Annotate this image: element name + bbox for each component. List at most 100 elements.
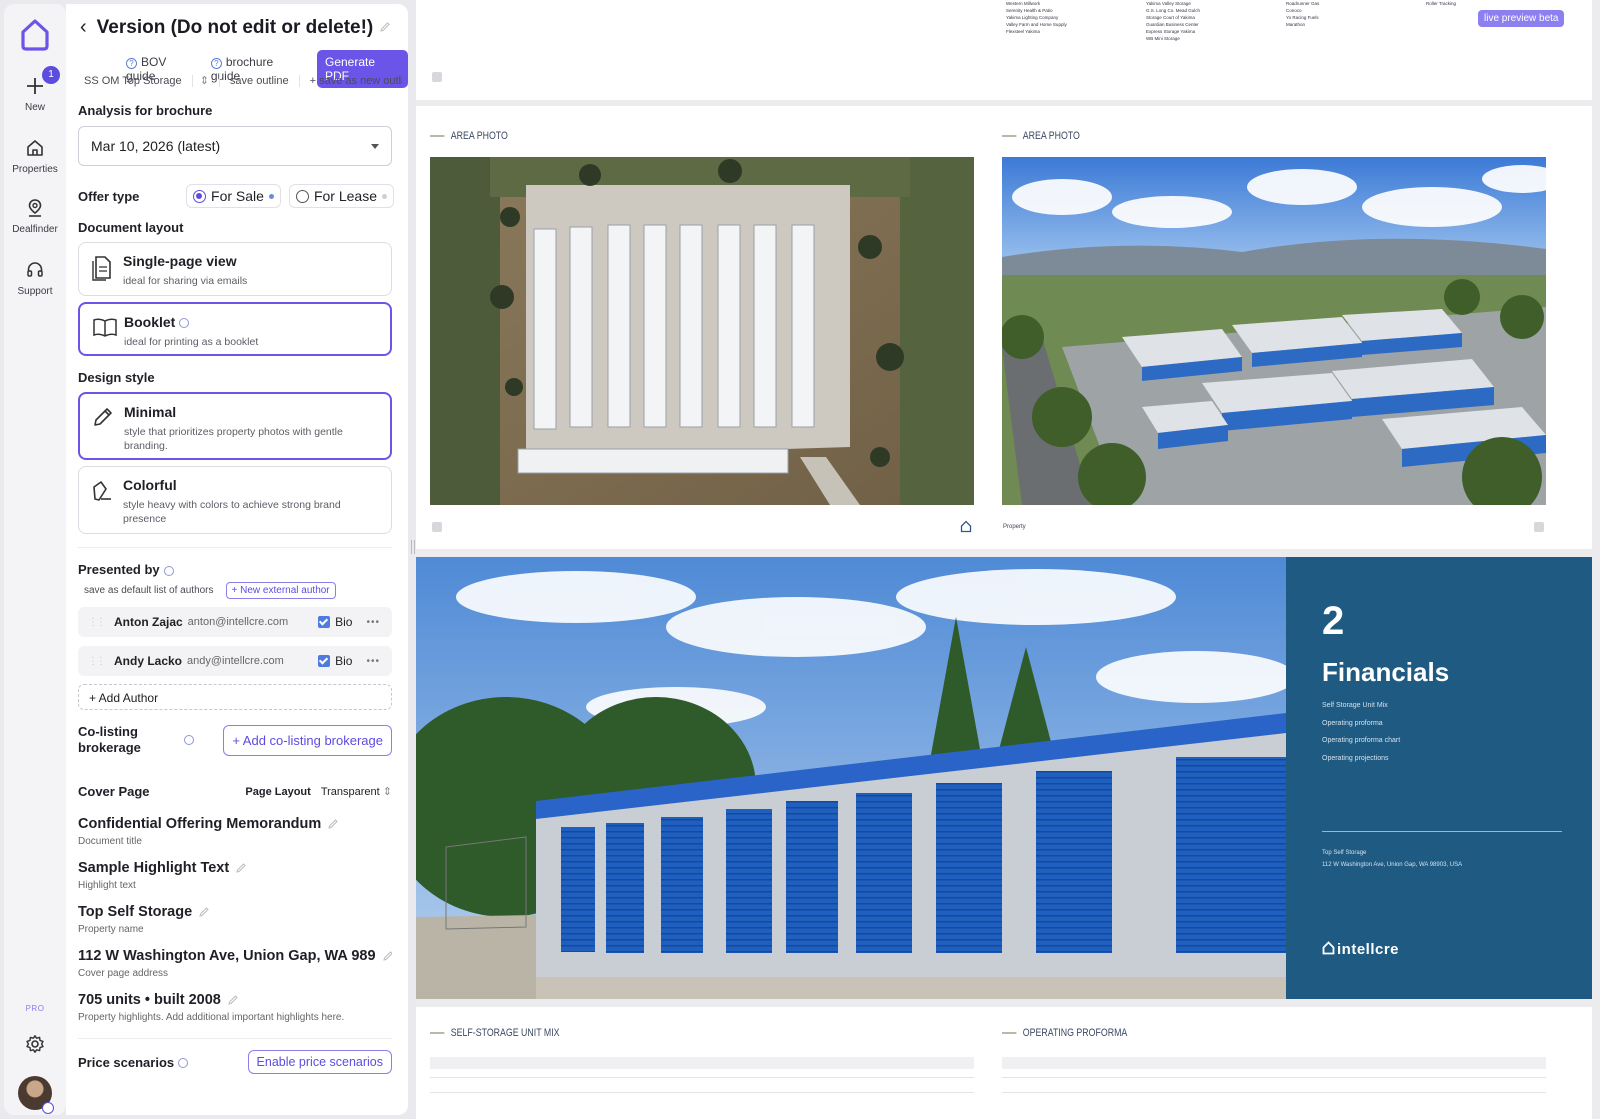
brochure-preview[interactable]: Western Millwork Serenity Health & Patio… xyxy=(416,0,1600,1119)
legend-item: Express Storage Yakima xyxy=(1146,29,1196,34)
open-book-icon xyxy=(93,318,117,337)
app-logo-icon[interactable] xyxy=(19,18,51,52)
layout-booklet-card[interactable]: Booklet ideal for printing as a booklet xyxy=(78,302,392,356)
drag-handle-icon[interactable]: ⋮⋮ xyxy=(88,656,106,667)
contents-item: Operating proforma chart xyxy=(1322,737,1401,744)
author-name: Andy Lacko xyxy=(114,654,183,668)
header-rule xyxy=(1002,135,1017,137)
info-icon[interactable] xyxy=(178,1058,189,1069)
document-title-field[interactable]: Confidential Offering Memorandum Documen… xyxy=(78,816,392,847)
bio-checkbox[interactable] xyxy=(318,655,331,667)
analysis-select[interactable]: Mar 10, 2026 (latest) xyxy=(78,126,392,166)
style-minimal-card[interactable]: Minimal style that prioritizes property … xyxy=(78,392,392,460)
save-default-authors-button[interactable]: save as default list of authors xyxy=(84,585,214,596)
info-icon[interactable] xyxy=(184,735,194,745)
storage-doors-photo[interactable] xyxy=(416,557,1286,999)
page-layout-label: Page Layout xyxy=(245,785,311,798)
style-colorful-card[interactable]: Colorful style heavy with colors to achi… xyxy=(78,466,392,534)
author-email: anton@intellcre.com xyxy=(187,616,289,628)
rail-support-label: Support xyxy=(17,286,53,297)
offer-for-lease-radio[interactable]: For Lease xyxy=(288,184,394,208)
author-row[interactable]: ⋮⋮ Anton Zajac anton@intellcre.com Bio •… xyxy=(78,607,392,637)
offer-type-row: Offer type For Sale For Lease xyxy=(78,184,394,208)
legend-item: Flexsteel Yakima xyxy=(1006,29,1040,34)
property-name: Top Self Storage xyxy=(1322,850,1367,856)
highlight-text-field[interactable]: Sample Highlight Text Highlight text xyxy=(78,860,392,891)
avatar-brand-badge xyxy=(42,1102,54,1114)
field-text: Confidential Offering Memorandum xyxy=(78,816,322,832)
property-highlights-field[interactable]: 705 units • built 2008 Property highligh… xyxy=(78,992,392,1023)
bio-checkbox[interactable] xyxy=(318,616,331,628)
rail-properties[interactable]: Properties xyxy=(4,138,66,175)
table-row xyxy=(430,1092,974,1093)
map-legend-column: Yakima Valley Storage G.S. Long Co. Mead… xyxy=(1146,0,1200,42)
price-scenarios-label: Price scenarios xyxy=(78,1054,189,1070)
edit-pencil-icon[interactable] xyxy=(198,906,210,918)
edit-pencil-icon[interactable] xyxy=(379,21,391,33)
offer-for-sale-radio[interactable]: For Sale xyxy=(186,184,281,208)
brand-mark-icon xyxy=(960,520,972,533)
status-dot-icon xyxy=(382,193,387,199)
dropdown-caret-icon xyxy=(371,144,379,149)
edit-pencil-icon[interactable] xyxy=(235,862,247,874)
back-chevron-icon[interactable]: ‹ xyxy=(80,16,87,39)
contents-item: Operating proforma xyxy=(1322,719,1383,727)
info-icon[interactable] xyxy=(179,318,190,329)
price-scenarios-text: Price scenarios xyxy=(78,1054,175,1070)
section-title: Financials xyxy=(1322,657,1450,687)
area-photo-spread: AREA PHOTO AREA PHOTO Property xyxy=(416,106,1592,549)
radio-dot xyxy=(193,189,207,203)
save-new-outline-button[interactable]: + save as new outline xyxy=(300,75,402,87)
brand-house-icon xyxy=(1322,941,1335,955)
save-outline-button[interactable]: save outline xyxy=(220,74,300,87)
gear-icon[interactable] xyxy=(25,1034,45,1054)
field-text: 112 W Washington Ave, Union Gap, WA 989 xyxy=(78,948,376,964)
rail-support[interactable]: Support xyxy=(4,260,66,297)
table-row xyxy=(1002,1092,1546,1093)
layout-single-page-card[interactable]: Single-page view ideal for sharing via e… xyxy=(78,242,392,296)
drag-handle-icon[interactable]: ⋮⋮ xyxy=(88,617,106,628)
cover-address-field[interactable]: 112 W Washington Ave, Union Gap, WA 989 … xyxy=(78,948,392,979)
legend-item: Valley Farm and Home Supply xyxy=(1006,22,1067,27)
legend-item: Marathon xyxy=(1286,22,1306,27)
offer-for-lease-label: For Lease xyxy=(313,188,377,204)
oblique-storage-photo[interactable] xyxy=(1002,157,1546,505)
edit-pencil-icon[interactable] xyxy=(382,950,392,962)
author-row[interactable]: ⋮⋮ Andy Lacko andy@intellcre.com Bio ••• xyxy=(78,646,392,676)
legend-item: G.S. Long Co. Mead Gulch xyxy=(1146,8,1201,13)
outline-select[interactable]: SS OM Top Storage ⇕ xyxy=(84,74,220,87)
info-icon[interactable] xyxy=(163,565,174,576)
new-external-author-button[interactable]: + New external author xyxy=(225,582,336,599)
author-email: andy@intellcre.com xyxy=(187,655,284,667)
left-rail: New 1 Properties Dealfinder Support PRO xyxy=(4,4,66,1115)
analysis-value: Mar 10, 2026 (latest) xyxy=(91,138,221,154)
status-dot-icon xyxy=(268,193,274,199)
header-text: AREA PHOTO xyxy=(450,130,508,142)
aerial-storage-photo[interactable] xyxy=(430,157,974,505)
edit-pencil-icon[interactable] xyxy=(227,994,239,1006)
add-colisting-button[interactable]: + Add co-listing brokerage xyxy=(223,724,392,756)
header-text: SELF-STORAGE UNIT MIX xyxy=(450,1027,560,1039)
location-pin-icon xyxy=(28,199,42,217)
offer-for-sale-label: For Sale xyxy=(211,188,264,204)
property-name-field[interactable]: Top Self Storage Property name xyxy=(78,904,392,935)
unit-mix-table xyxy=(430,1057,974,1117)
more-options-icon[interactable]: ••• xyxy=(366,617,380,628)
enable-price-scenarios-button[interactable]: Enable price scenarios xyxy=(247,1050,392,1074)
design-style-label: Design style xyxy=(78,370,155,385)
legend-item: Guardian Business Center xyxy=(1146,22,1199,27)
radio-dot xyxy=(295,189,309,203)
page-layout-select[interactable]: Transparent ⇕ xyxy=(321,785,392,798)
financials-divider-spread: 2 Financials Self Storage Unit Mix Opera… xyxy=(416,557,1592,999)
rail-dealfinder[interactable]: Dealfinder xyxy=(4,198,66,235)
field-value: Confidential Offering Memorandum xyxy=(78,816,392,832)
more-options-icon[interactable]: ••• xyxy=(366,656,380,667)
edit-pencil-icon[interactable] xyxy=(327,818,339,830)
map-legend-column: Western Millwork Serenity Health & Patio… xyxy=(1006,0,1067,35)
table-header-bar xyxy=(1002,1057,1546,1069)
header-rule xyxy=(1002,1032,1017,1034)
field-hint: Property highlights. Add additional impo… xyxy=(78,1012,345,1023)
add-author-button[interactable]: + Add Author xyxy=(78,684,392,710)
legend-item: Yakima Valley Storage xyxy=(1146,1,1191,6)
page-marker-icon xyxy=(432,522,442,532)
